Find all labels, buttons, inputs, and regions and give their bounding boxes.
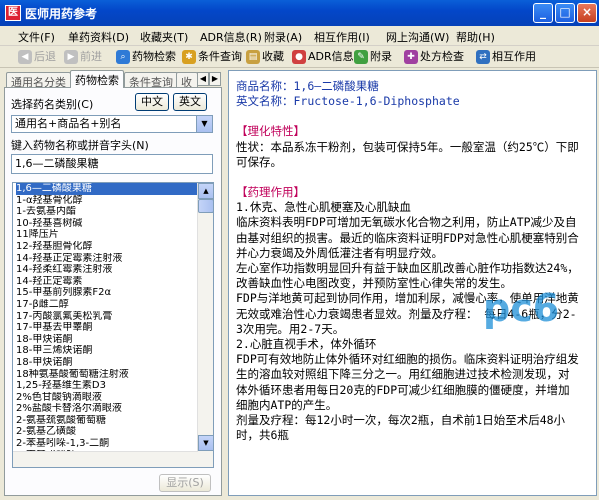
drug-list-item[interactable]: 17-丙酸氯氟美松乳膏 [16,311,213,323]
adr-info-button[interactable]: ● ADR信息 [292,49,354,65]
appendix-button[interactable]: ✎ 附录 [354,49,392,65]
drug-detail-pane: 商品名称：1,6—二磷酸果糖 英文名称：Fructose-1,6-Diphosp… [228,70,597,496]
tab-condition-query[interactable]: 条件查询 [124,72,178,89]
menu-help[interactable]: 帮助(H) [456,29,495,45]
menu-favorites[interactable]: 收藏夹(T) [140,29,188,45]
drug-list-item[interactable]: 2%色甘酸钠滴眼液 [16,392,213,404]
drug-list-item[interactable]: 1,6—二磷酸果糖 [16,183,213,195]
interaction-button[interactable]: ⇄ 相互作用 [476,49,536,65]
filter-icon: ✱ [182,50,196,64]
drug-list-item[interactable]: 15-甲基前列腺素F2α [16,287,213,299]
menu-appendix[interactable]: 附录(A) [264,29,302,45]
drug-list-item[interactable]: 2-氨基乙磺酸 [16,426,213,438]
tab-generic-category[interactable]: 通用名分类 [6,72,71,89]
favorite-button[interactable]: ▤ 收藏 [246,49,284,65]
drug-list-item[interactable]: 1,25-羟基维生素D3 [16,380,213,392]
scroll-up-icon[interactable]: ▲ [198,183,213,199]
drug-list-item[interactable]: 2-苯基吲哚-1,3-二酮 [16,438,213,450]
tab-drug-search[interactable]: 药物检索 [70,70,124,88]
tab-scroll-right-icon[interactable]: ▶ [209,72,221,86]
section-physicochemical-body: 性状：本品系冻干粉剂，包装可保持5年。一般室温（约25℃）下即可保存。 [236,139,579,169]
drug-list-item[interactable]: 18-甲炔诺酮 [16,357,213,369]
menu-interaction[interactable]: 相互作用(I) [314,29,370,45]
section-pharmacology-title: 【药理作用】 [236,185,305,200]
back-button[interactable]: ◀ 后退 [18,49,56,65]
english-name-line: 英文名称：Fructose-1,6-Diphosphate [236,94,460,109]
menu-online[interactable]: 网上沟通(W) [386,29,449,45]
magnifier-icon: ⌕ [116,50,130,64]
tab-scroll-left-icon[interactable]: ◀ [197,72,209,86]
drug-search-button[interactable]: ⌕ 药物检索 [116,49,176,65]
forward-arrow-icon: ▶ [64,50,78,64]
scroll-thumb[interactable] [198,199,213,213]
drug-list-item[interactable]: 17-β雌二醇 [16,299,213,311]
drug-list-item[interactable]: 14-羟正定霉素 [16,276,213,288]
forward-button[interactable]: ▶ 前进 [64,49,102,65]
left-panel: 通用名分类 药物检索 条件查询 收藏 ◀ ▶ 选择药名类别(C) 中文 英文 通… [4,70,222,496]
menu-file[interactable]: 文件(F) [18,29,55,45]
tab-strip: 通用名分类 药物检索 条件查询 收藏 ◀ ▶ [4,70,222,89]
list-horizontal-scrollbar[interactable] [13,451,198,467]
drug-list-item[interactable]: 11降压片 [16,229,213,241]
pharmacology-p6: FDP可有效地防止体外循环对红细胞的损伤。临床资料证明治疗组发生的溶血较对照组下… [236,352,579,412]
close-button[interactable]: × [577,3,597,23]
pharmacology-p4: FDP与洋地黄可起到协同作用，增加利尿，减慢心率，使单用洋地黄无效或难治性心力衰… [236,291,579,336]
tab-favorites[interactable]: 收藏 [176,72,198,88]
section-physicochemical-title: 【理化特性】 [236,124,305,139]
minimize-button[interactable]: _ [533,3,553,23]
pharmacology-p1: 1.休克、急性心肌梗塞及心肌缺血 [236,200,411,215]
prescription-check-button[interactable]: ✚ 处方检查 [404,49,464,65]
drug-list-item[interactable]: 18种氨基酸葡萄糖注射液 [16,369,213,381]
menu-bar: 文件(F) 单药资料(D) 收藏夹(T) ADR信息(R) 附录(A) 相互作用… [0,26,599,46]
list-vertical-scrollbar[interactable]: ▲ ▼ [197,183,213,467]
panel-splitter[interactable] [223,70,227,496]
app-icon: 医 [5,5,21,21]
prescription-icon: ✚ [404,50,418,64]
title-bar: 医 医师用药参考 _ □ × [0,0,599,26]
chinese-button[interactable]: 中文 [135,93,169,111]
window-title: 医师用药参考 [25,7,98,21]
drug-list-item[interactable]: 10-羟基喜树碱 [16,218,213,230]
maximize-button[interactable]: □ [555,3,575,23]
scroll-down-icon[interactable]: ▼ [198,435,213,451]
chevron-down-icon[interactable]: ▼ [196,116,212,132]
menu-adr-info[interactable]: ADR信息(R) [200,29,262,45]
condition-query-button[interactable]: ✱ 条件查询 [182,49,242,65]
menu-drug-info[interactable]: 单药资料(D) [68,29,129,45]
pharmacology-p5: 2.心脏直视手术，体外循环 [236,337,377,352]
drug-list-item[interactable]: 1-去氨基内酯 [16,206,213,218]
drug-list-item[interactable]: 14-羟柔红霉素注射液 [16,264,213,276]
pharmacology-p3: 左心室作功指数明显回升有益于缺血区肌改善心脏作功指数达24%，改善缺血性心电图改… [236,261,579,291]
english-button[interactable]: 英文 [173,93,207,111]
drug-list[interactable]: 1,6—二磷酸果糖 1-α羟基骨化醇 1-去氨基内酯 10-羟基喜树碱 11降压片 12-… [12,182,214,468]
drug-list-item[interactable]: 18-甲三烯炔诺酮 [16,345,213,357]
drug-list-item[interactable]: 2%盐酸卡替洛尔滴眼液 [16,403,213,415]
pharmacology-p2: 临床资料表明FDP可增加无氧碳水化合物之利用，防止ATP减少及自由基对组织的损害… [236,215,579,260]
back-arrow-icon: ◀ [18,50,32,64]
drug-list-item[interactable]: 1-α羟基骨化醇 [16,195,213,207]
pharmacology-p7: 剂量及疗程：每12小时一次，每次2瓶，自术前1日始至术后48小时，共6瓶 [236,413,566,443]
category-label: 选择药名类别(C) [11,98,94,111]
drug-list-items: 1,6—二磷酸果糖 1-α羟基骨化醇 1-去氨基内酯 10-羟基喜树碱 11降压片 12-… [13,183,213,467]
category-select[interactable]: 通用名+商品名+别名 ▼ [11,115,213,133]
folder-icon: ▤ [246,50,260,64]
toolbar: ◀ 后退 ▶ 前进 ⌕ 药物检索 ✱ 条件查询 ▤ 收藏 ● ADR信息 ✎ 附… [0,46,599,68]
drug-list-item[interactable]: 14-羟基正定霉素注射液 [16,253,213,265]
drug-search-input[interactable]: 1,6—二磷酸果糖 [11,154,213,174]
adr-icon: ● [292,50,306,64]
drug-list-item[interactable]: 12-羟基胆骨化醇 [16,241,213,253]
book-icon: ✎ [354,50,368,64]
show-button[interactable]: 显示(S) [159,474,211,492]
drug-list-item[interactable]: 18-甲炔诺酮 [16,334,213,346]
drug-detail-text: 商品名称：1,6—二磷酸果糖 英文名称：Fructose-1,6-Diphosp… [236,79,580,443]
trade-name-line: 商品名称：1,6—二磷酸果糖 [236,79,379,93]
search-label: 键入药物名称或拼音字头(N) [11,139,149,152]
interaction-icon: ⇄ [476,50,490,64]
drug-list-item[interactable]: 17-甲基去甲睾酮 [16,322,213,334]
drug-list-item[interactable]: 2-氨基巯氨酸葡萄糖 [16,415,213,427]
